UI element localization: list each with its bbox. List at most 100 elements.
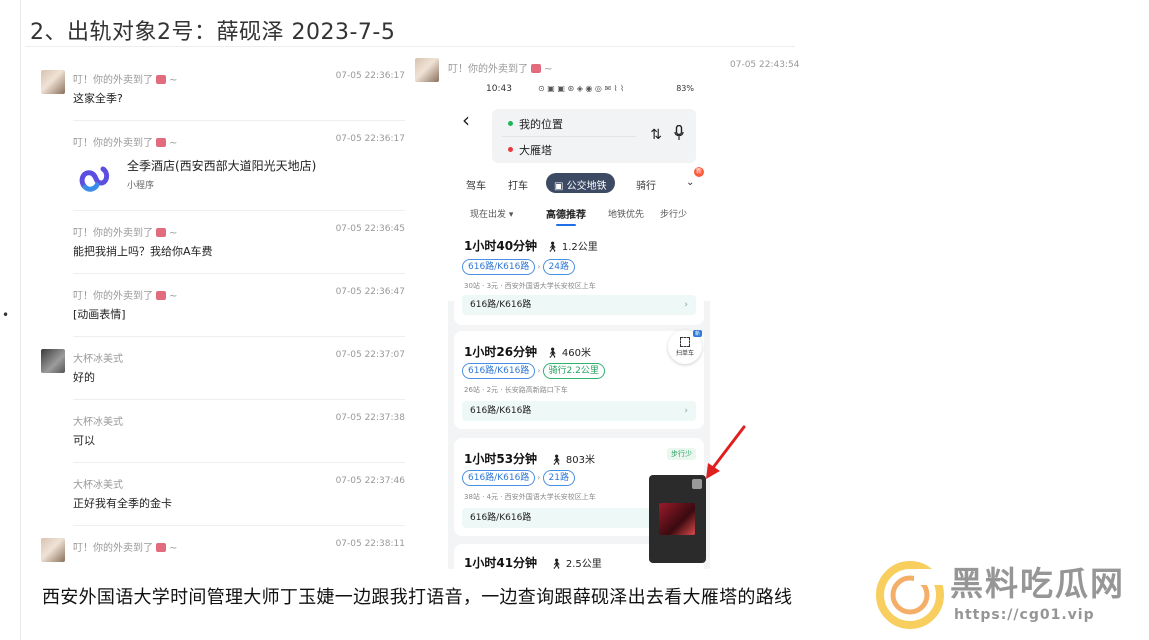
departure-time-dropdown[interactable]: 现在出发 ▾ (470, 207, 513, 220)
sender-suffix: ~ (169, 228, 178, 239)
mini-program-title[interactable]: 全季酒店(西安西部大道阳光天地店) (127, 157, 316, 174)
sender-name: 叮！你的外卖到了 (73, 291, 153, 302)
chat-message[interactable]: 叮！你的外卖到了 ~ 07-05 22:38:11 (35, 526, 410, 568)
red-annotation-arrow-icon (706, 425, 746, 479)
bus-icon: ▣ (554, 181, 567, 192)
route-option-card[interactable]: 1小时26分钟 🚶︎ 460米 616路/K616路 › 骑行2.2公里 26站 ·… (454, 331, 704, 429)
sender-suffix: ~ (169, 543, 178, 554)
tab-taxi[interactable]: 打车 (508, 177, 528, 192)
caption-text: 西安外国语大学时间管理大师丁玉婕一边跟我打语音，一边查询跟薛砚泽出去看大雁塔的路… (42, 587, 793, 608)
route-duration: 1小时53分钟 (464, 452, 538, 466)
message-time: 07-05 22:37:46 (335, 476, 405, 486)
avatar[interactable] (415, 58, 439, 82)
message-time: 07-05 22:38:11 (335, 539, 405, 549)
scan-bike-button[interactable]: 扫单车 新 (668, 330, 702, 364)
chat-message[interactable]: 叮！你的外卖到了 ~ 07-05 22:36:45 能把我捎上吗？我给你A车费 (35, 211, 410, 274)
site-watermark: 黑料吃瓜网 https://cg01.vip (870, 555, 1140, 635)
route-line-row[interactable]: 616路/K616路 › (462, 401, 696, 421)
microphone-icon[interactable] (674, 125, 684, 141)
walk-icon: 🚶︎ (550, 559, 566, 569)
chevron-right-icon: › (537, 366, 541, 375)
walk-icon: 🚶︎ (550, 455, 566, 466)
watermark-title: 黑料吃瓜网 (950, 564, 1125, 603)
chat-message[interactable]: 大杯冰美式 07-05 22:37:07 好的 (35, 337, 410, 400)
origin-dot-icon (508, 121, 513, 126)
message-time: 07-05 22:36:47 (335, 287, 405, 297)
sender-suffix: ~ (544, 64, 553, 75)
sender-suffix: ~ (169, 291, 178, 302)
walk-distance: 803米 (565, 455, 595, 466)
swap-icon[interactable]: ⇅ (650, 127, 662, 143)
sender-suffix: ~ (169, 75, 178, 86)
route-duration: 1小时26分钟 (464, 345, 538, 359)
chat-message[interactable]: 叮！你的外卖到了 ~ 07-05 22:36:17 全季酒店(西安西部大道阳光天地… (35, 121, 410, 211)
chevron-right-icon: › (537, 262, 541, 271)
voice-call-floating-window[interactable] (649, 475, 706, 563)
message-time: 07-05 22:43:54 (730, 60, 800, 70)
page-heading: 2、出轨对象2号：薛砚泽 2023-7-5 (30, 20, 396, 45)
battery-level: 83% (676, 84, 694, 93)
sender-name: 大杯冰美式 (73, 417, 123, 428)
tab-transit[interactable]: ▣ 公交地铁 (546, 173, 615, 193)
avatar[interactable] (41, 538, 65, 562)
filter-recommended[interactable]: 高德推荐 (546, 206, 586, 226)
route-filter-bar: 现在出发 ▾ 高德推荐 地铁优先 步行少 (470, 205, 700, 226)
tab-drive[interactable]: 驾车 (466, 177, 486, 192)
bus-line-chip: 21路 (542, 470, 575, 486)
route-info: 38站 · 4元 · 西安外国语大学长安校区上车 (464, 493, 596, 501)
route-line-label: 616路/K616路 (470, 300, 532, 310)
route-option-card[interactable]: 1小时40分钟 🚶︎ 1.2公里 616路/K616路 › 24路 30站 · 3元… (454, 229, 704, 325)
transport-mode-tabs: 驾车 打车 ▣ 公交地铁 骑行 ⌄ 新 (464, 167, 704, 195)
walk-icon: 🚶︎ (546, 242, 562, 253)
page-left-border (20, 0, 21, 640)
route-line-label: 616路/K616路 (470, 406, 532, 416)
message-text: 这家全季? (73, 92, 123, 105)
back-icon[interactable]: ‹ (462, 109, 478, 131)
route-duration: 1小时40分钟 (464, 239, 538, 253)
route-line-row[interactable]: 616路/K616路 › (462, 295, 696, 315)
route-input-box[interactable]: 我的位置 大雁塔 ⇅ (492, 109, 696, 163)
mini-program-logo-icon[interactable] (75, 157, 115, 197)
sender-name: 叮！你的外卖到了 (73, 543, 153, 554)
origin-field[interactable]: 我的位置 (519, 118, 563, 131)
avatar[interactable] (41, 349, 65, 373)
new-badge: 新 (692, 330, 702, 337)
chat-message[interactable]: 大杯冰美式 07-05 22:37:46 正好我有全季的金卡 (35, 463, 410, 526)
walk-distance: 460米 (561, 348, 591, 359)
status-bar: 10:43 ⊙ ▣ ▣ ⊛ ◈ ◉ ◎ ✉ ⌇ ⌇ 83% (448, 77, 710, 101)
chat-message[interactable]: 大杯冰美式 07-05 22:37:38 可以 (35, 400, 410, 463)
heading-divider (25, 46, 795, 47)
message-time: 07-05 22:36:17 (335, 71, 405, 81)
destination-field[interactable]: 大雁塔 (519, 144, 552, 157)
filter-subway-first[interactable]: 地铁优先 (608, 207, 644, 220)
avatar[interactable] (41, 70, 65, 94)
filter-less-walking[interactable]: 步行少 (660, 207, 687, 220)
chat-message[interactable]: 叮！你的外卖到了 ~ 07-05 22:36:47 [动画表情] (35, 274, 410, 337)
chevron-right-icon: › (537, 473, 541, 482)
watermark-logo-icon (876, 561, 946, 629)
tab-bike[interactable]: 骑行 (636, 177, 656, 192)
message-time: 07-05 22:37:07 (335, 350, 405, 360)
less-walking-tag: 步行少 (667, 448, 696, 460)
takeout-box-icon (156, 138, 166, 147)
mini-program-label: 小程序 (127, 181, 155, 191)
message-text: 好的 (73, 371, 95, 384)
route-line-label: 616路/K616路 (470, 513, 532, 523)
minimize-icon[interactable] (692, 479, 702, 489)
caller-avatar (659, 503, 695, 535)
chat-message[interactable]: 叮！你的外卖到了 ~ 07-05 22:36:17 这家全季? (35, 58, 410, 121)
takeout-box-icon (156, 291, 166, 300)
bus-line-chip: 616路/K616路 (462, 470, 536, 486)
walk-icon: 🚶︎ (546, 348, 562, 359)
message-text: [动画表情] (73, 308, 126, 321)
status-clock: 10:43 (486, 84, 512, 94)
more-modes-chevron-icon[interactable]: ⌄ (686, 177, 694, 188)
message-text: 可以 (73, 434, 95, 447)
new-badge: 新 (694, 167, 704, 177)
bus-line-chip: 616路/K616路 (462, 363, 536, 379)
walk-distance: 2.5公里 (565, 559, 602, 569)
sender-name: 叮！你的外卖到了 (73, 138, 153, 149)
bullet-marker: • (2, 308, 10, 322)
message-text: 能把我捎上吗？我给你A车费 (73, 245, 213, 258)
sender-name: 叮！你的外卖到了 (73, 75, 153, 86)
